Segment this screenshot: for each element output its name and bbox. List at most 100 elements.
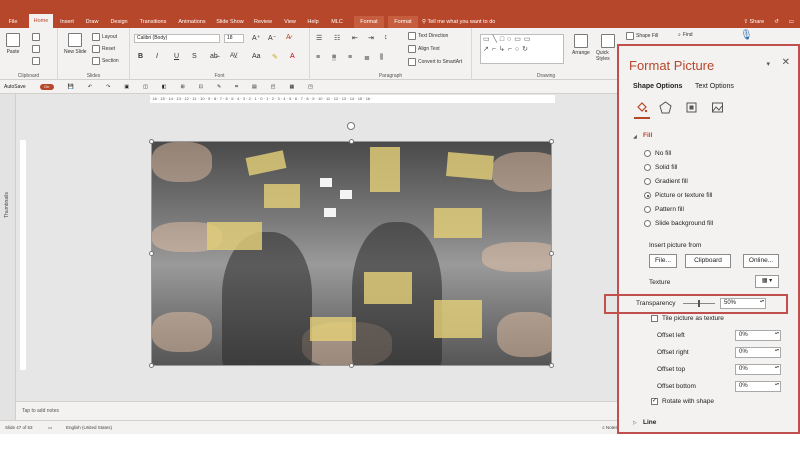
autosave-toggle[interactable]: On	[39, 83, 54, 90]
offset-spinbox[interactable]: 0%	[735, 381, 781, 392]
resize-handle-bl[interactable]	[149, 363, 154, 368]
clear-format-icon[interactable]: A̷	[286, 34, 291, 41]
offset-spinbox[interactable]: 0%	[735, 347, 781, 358]
file-button[interactable]: File...	[649, 254, 677, 268]
qat-misc-icon-3[interactable]: ⊞	[181, 84, 185, 90]
radio-button[interactable]	[644, 192, 651, 199]
underline-icon[interactable]: U	[174, 53, 179, 60]
qat-misc-icon-9[interactable]: ▦	[289, 84, 294, 90]
fill-option-gradient-fill[interactable]: Gradient fill	[644, 178, 688, 185]
resize-handle-b[interactable]	[349, 363, 354, 368]
shape-fill-button[interactable]: Shape Fill	[626, 32, 658, 40]
collapse-fill-icon[interactable]: ◢	[633, 134, 637, 140]
spellcheck-icon[interactable]: ▭	[48, 421, 52, 435]
effects-icon[interactable]	[659, 101, 672, 114]
line-section-header[interactable]: Line	[643, 419, 656, 426]
tab-transitions[interactable]: Transitions	[136, 16, 170, 28]
align-left-icon[interactable]: ≡	[316, 54, 320, 61]
online-button[interactable]: Online...	[743, 254, 779, 268]
convert-smartart-button[interactable]: Convert to SmartArt	[408, 58, 462, 66]
selected-picture[interactable]	[151, 141, 552, 366]
resize-handle-l[interactable]	[149, 251, 154, 256]
tab-mlc[interactable]: MLC	[327, 16, 347, 28]
tab-view[interactable]: View	[280, 16, 300, 28]
qat-misc-icon-7[interactable]: ▤	[252, 84, 257, 90]
shadow-icon[interactable]: S	[192, 53, 197, 60]
radio-button[interactable]	[644, 164, 651, 171]
history-icon[interactable]: ↺	[774, 19, 779, 25]
change-case-icon[interactable]: Aa	[252, 53, 261, 60]
comments-icon[interactable]: ▭	[789, 19, 794, 25]
tab-draw[interactable]: Draw	[82, 16, 102, 28]
rotate-handle[interactable]	[347, 122, 355, 130]
fill-section-header[interactable]: Fill	[643, 132, 652, 139]
columns-icon[interactable]: ⫼	[380, 54, 383, 62]
bold-icon[interactable]: B	[138, 53, 143, 60]
resize-handle-r[interactable]	[549, 251, 554, 256]
tab-home[interactable]: Home	[29, 14, 53, 28]
fill-line-icon[interactable]	[635, 101, 648, 114]
redo-icon[interactable]: ↷	[106, 84, 110, 90]
strikethrough-icon[interactable]: ab̶	[210, 53, 218, 60]
rotate-with-shape-checkbox[interactable]: ✓	[651, 398, 658, 405]
dictate-icon[interactable]: 🎙	[740, 30, 753, 41]
arrange-button[interactable]: Arrange	[572, 34, 590, 56]
find-button[interactable]: ⌕ Find	[678, 32, 693, 38]
tell-me-search[interactable]: ⚲ Tell me what you want to do	[422, 16, 495, 28]
transparency-spinbox[interactable]: 50%	[720, 298, 766, 309]
resize-handle-tl[interactable]	[149, 139, 154, 144]
bullets-icon[interactable]: ☰	[316, 34, 322, 42]
resize-handle-tr[interactable]	[549, 139, 554, 144]
tile-picture-checkbox[interactable]	[651, 315, 658, 322]
resize-handle-t[interactable]	[349, 139, 354, 144]
clipboard-button[interactable]: Clipboard	[685, 254, 731, 268]
justify-icon[interactable]: ≣	[364, 54, 370, 62]
undo-icon[interactable]: ↶	[88, 84, 92, 90]
radio-button[interactable]	[644, 220, 651, 227]
font-color-icon[interactable]: A	[290, 53, 295, 60]
save-icon[interactable]: 💾	[68, 84, 74, 90]
layout-button[interactable]: Layout	[92, 33, 117, 41]
char-spacing-icon[interactable]: AV̲	[230, 53, 238, 59]
font-size-combo[interactable]: 18	[224, 34, 244, 43]
shrink-font-icon[interactable]: A⁻	[268, 34, 276, 42]
qat-misc-icon-10[interactable]: ◳	[308, 84, 313, 90]
fill-option-pattern-fill[interactable]: Pattern fill	[644, 206, 684, 213]
start-slideshow-icon[interactable]: ▣	[124, 84, 129, 90]
offset-spinbox[interactable]: 0%	[735, 364, 781, 375]
tab-format-1[interactable]: Format	[354, 16, 384, 28]
thumbnails-pane[interactable]: Thumbnails	[0, 94, 16, 420]
font-name-combo[interactable]: Calibri (Body)	[134, 34, 220, 43]
line-spacing-icon[interactable]: ↕	[384, 34, 388, 41]
fill-option-no-fill[interactable]: No fill	[644, 150, 671, 157]
cut-icon[interactable]	[32, 33, 40, 41]
tab-design[interactable]: Design	[106, 16, 132, 28]
qat-misc-icon-1[interactable]: ◫	[143, 84, 148, 90]
radio-button[interactable]	[644, 206, 651, 213]
expand-line-icon[interactable]: ▷	[633, 420, 637, 426]
numbering-icon[interactable]: ☷	[334, 34, 340, 42]
section-button[interactable]: Section	[92, 57, 119, 65]
align-center-icon[interactable]: ≡	[332, 54, 337, 61]
qat-misc-icon-6[interactable]: ⌗	[235, 84, 238, 90]
texture-picker[interactable]: ▦ ▾	[755, 275, 779, 288]
tab-shape-options[interactable]: Shape Options	[633, 83, 682, 90]
tab-file[interactable]: File	[4, 16, 22, 28]
align-right-icon[interactable]: ≡	[348, 54, 352, 61]
picture-icon[interactable]	[711, 101, 724, 114]
reset-button[interactable]: Reset	[92, 45, 115, 53]
qat-misc-icon-8[interactable]: ◰	[271, 84, 276, 90]
new-slide-button[interactable]: New Slide	[64, 33, 87, 55]
paste-button[interactable]: Paste	[6, 33, 20, 55]
close-icon[interactable]: ✕	[782, 57, 790, 68]
tab-slide-show[interactable]: Slide Show	[214, 16, 246, 28]
increase-indent-icon[interactable]: ⇥	[368, 34, 374, 42]
qat-misc-icon-5[interactable]: ✎	[217, 84, 221, 90]
highlight-icon[interactable]: ✎	[272, 53, 278, 61]
rotate-with-shape-row[interactable]: ✓ Rotate with shape	[651, 398, 714, 405]
shapes-gallery[interactable]: ▭╲□○▭▭ ↗⌐↳⌐○↻	[480, 34, 564, 64]
pane-options-icon[interactable]: ▾	[766, 60, 770, 68]
tab-insert[interactable]: Insert	[56, 16, 78, 28]
tab-format-2[interactable]: Format	[388, 16, 418, 28]
tab-animations[interactable]: Animations	[174, 16, 210, 28]
